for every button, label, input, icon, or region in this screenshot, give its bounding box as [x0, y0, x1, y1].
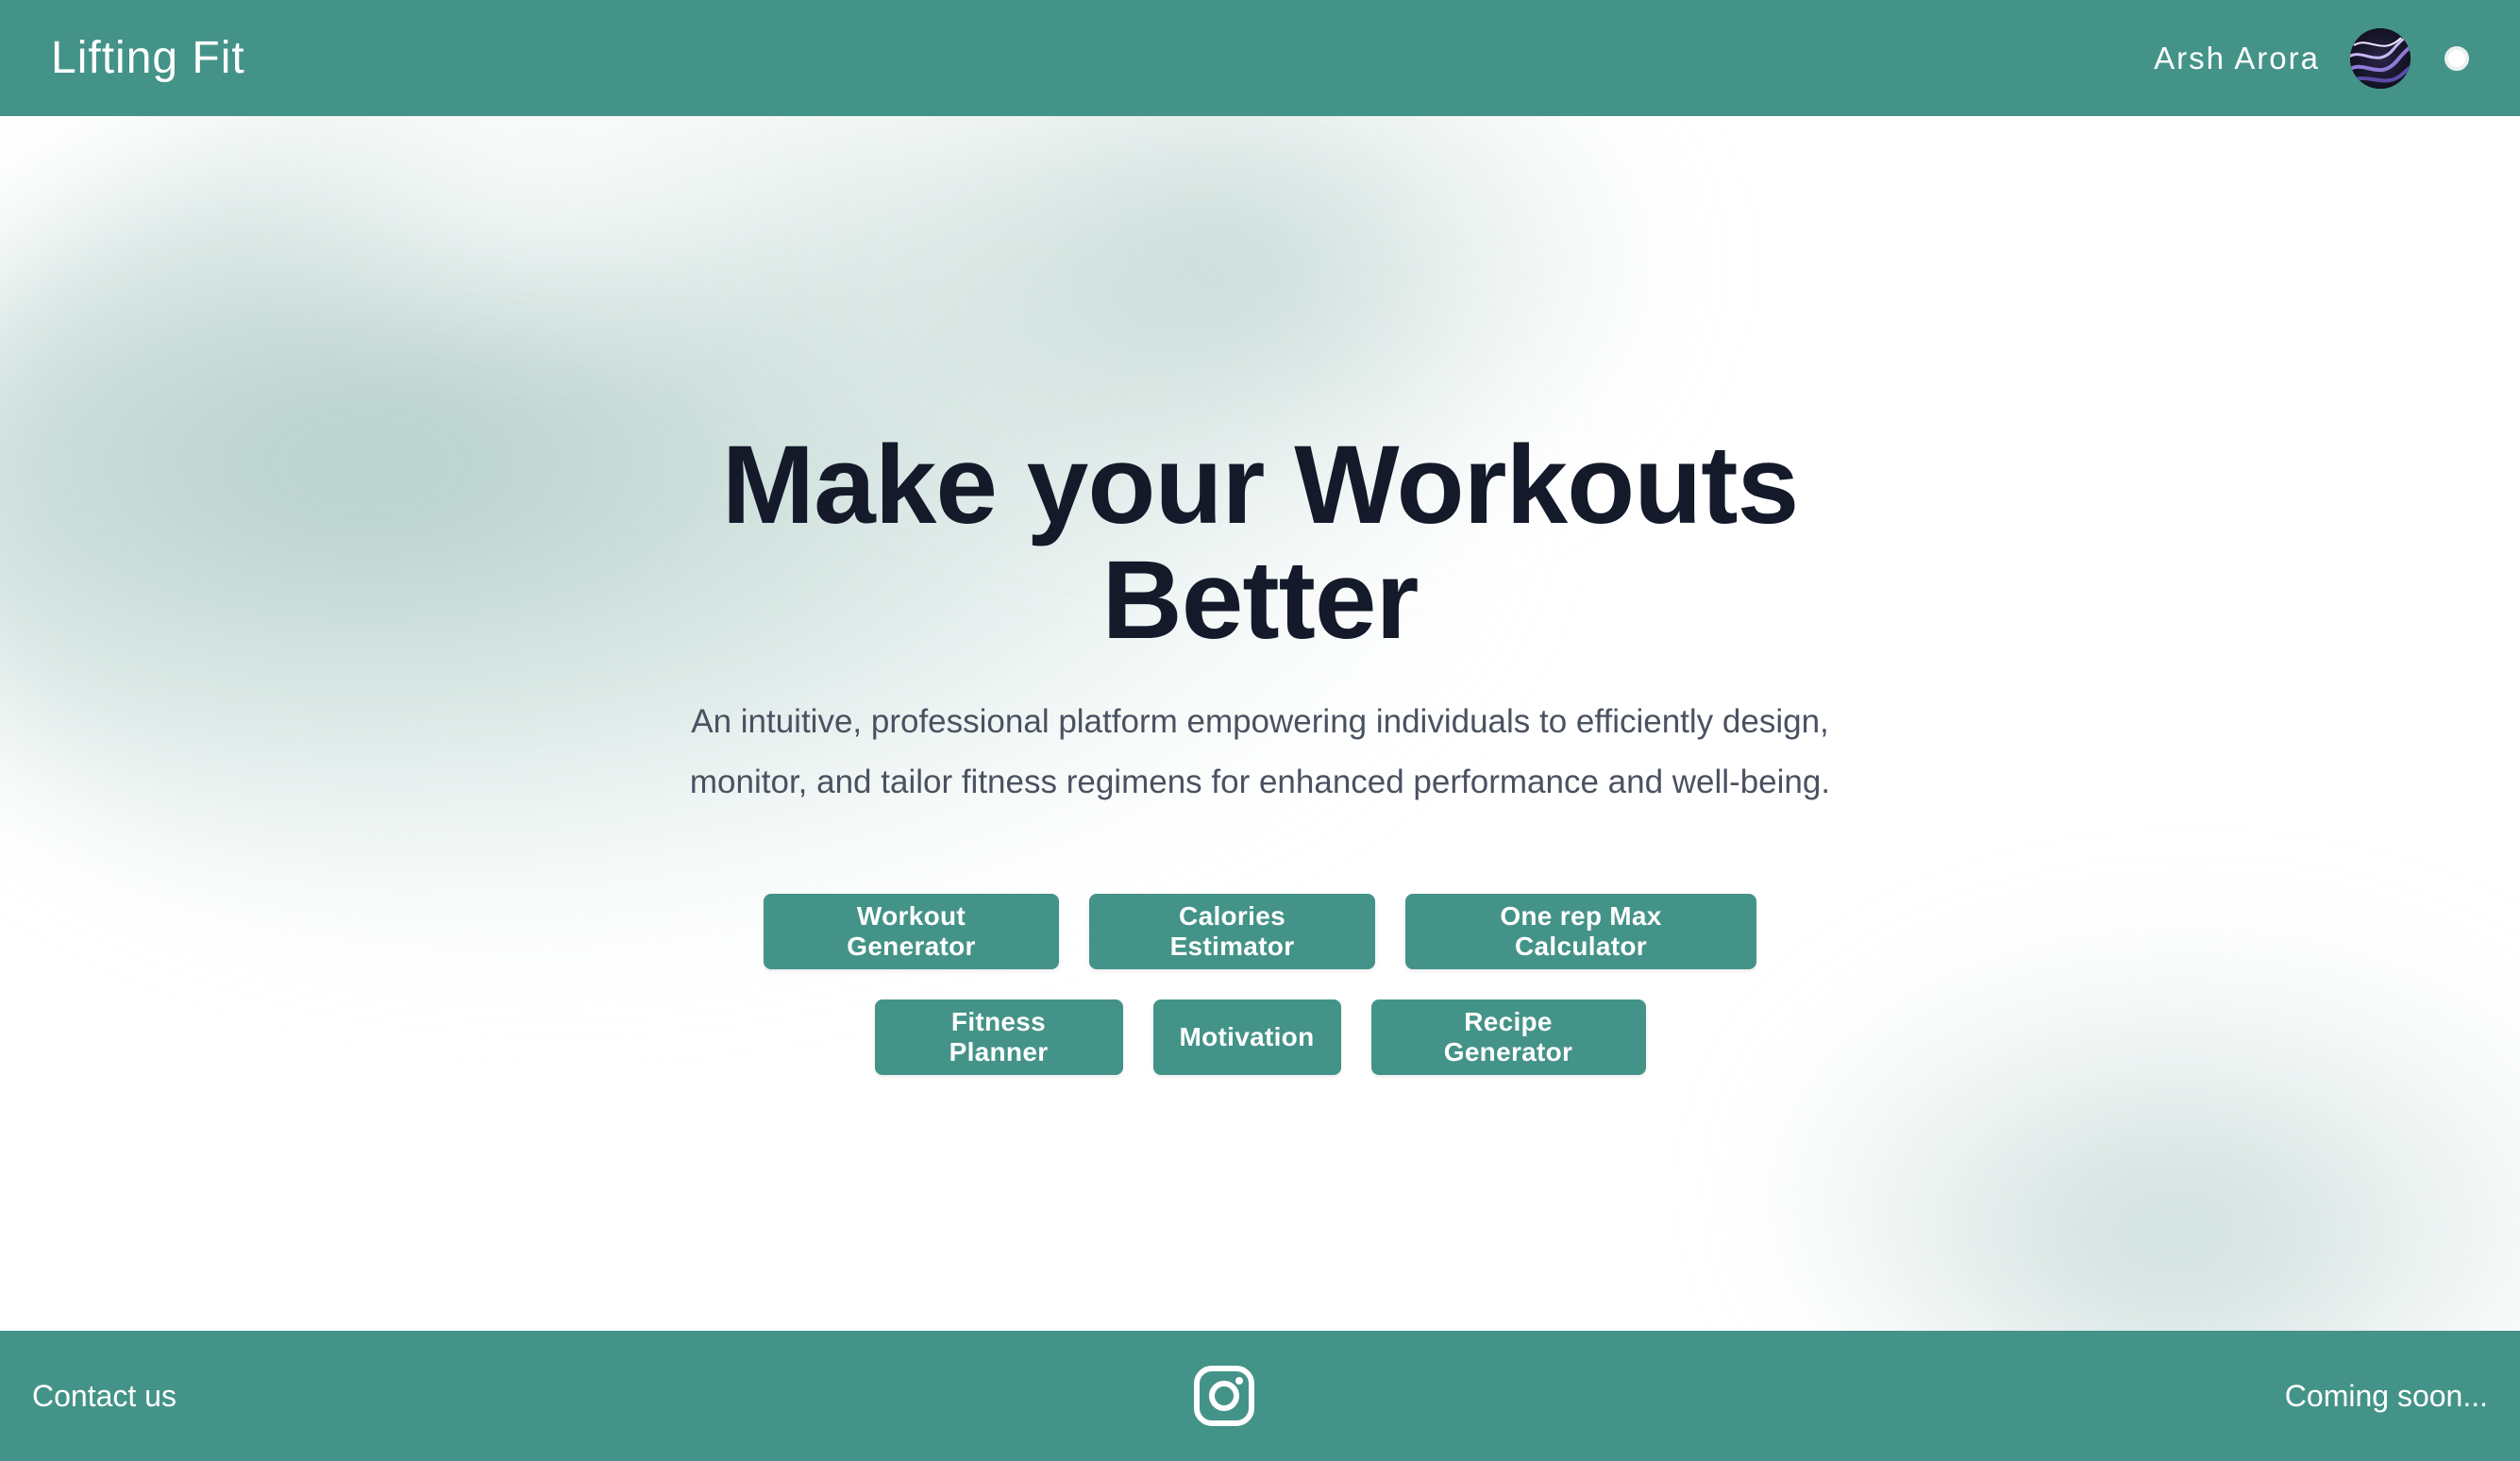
- contact-us-link[interactable]: Contact us: [32, 1331, 176, 1461]
- tool-buttons-row-1: Workout Generator Calories Estimator One…: [0, 894, 2520, 969]
- page: Lifting Fit Arsh Arora Make your Workout…: [0, 0, 2520, 1461]
- coming-soon-text: Coming soon...: [2284, 1378, 2488, 1413]
- workout-generator-button[interactable]: Workout Generator: [764, 894, 1059, 969]
- calories-estimator-button[interactable]: Calories Estimator: [1089, 894, 1375, 969]
- motivation-button[interactable]: Motivation: [1152, 999, 1341, 1075]
- avatar-image-icon: [2350, 27, 2411, 89]
- user-area: Arsh Arora: [2154, 27, 2469, 89]
- user-name[interactable]: Arsh Arora: [2154, 41, 2320, 76]
- hero-title: Make your Workouts Better: [721, 423, 1799, 663]
- avatar[interactable]: [2350, 27, 2411, 89]
- one-rep-max-calculator-button[interactable]: One rep Max Calculator: [1405, 894, 1756, 969]
- footer: Contact us Coming soon...: [0, 1331, 2520, 1461]
- instagram-glyph: [1194, 1366, 1254, 1426]
- tool-buttons-row-2: Fitness Planner Motivation Recipe Genera…: [0, 999, 2520, 1075]
- hero-subtitle: An intuitive, professional platform empo…: [689, 703, 1831, 800]
- fitness-planner-button[interactable]: Fitness Planner: [874, 999, 1123, 1075]
- recipe-generator-button[interactable]: Recipe Generator: [1370, 999, 1646, 1075]
- brand-logo-text[interactable]: Lifting Fit: [51, 32, 245, 84]
- background-blob: [1793, 937, 2520, 1331]
- theme-toggle-icon[interactable]: [2444, 45, 2469, 71]
- instagram-icon[interactable]: [1193, 1365, 1255, 1427]
- top-navbar: Lifting Fit Arsh Arora: [0, 0, 2520, 116]
